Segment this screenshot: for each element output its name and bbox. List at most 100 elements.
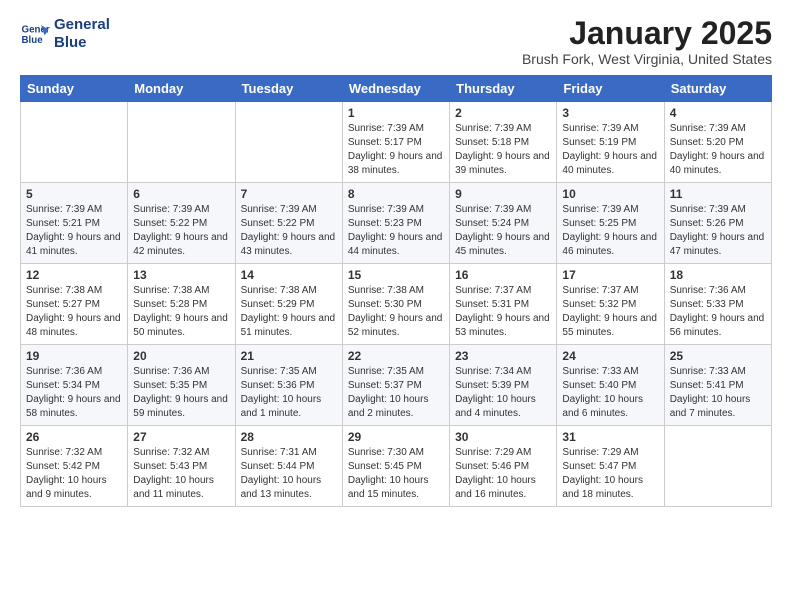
day-info: Sunrise: 7:39 AM Sunset: 5:22 PM Dayligh… — [133, 203, 229, 259]
table-cell: 8 Sunrise: 7:39 AM Sunset: 5:23 PM Daylig… — [342, 183, 449, 264]
day-info: Sunrise: 7:32 AM Sunset: 5:43 PM Dayligh… — [133, 446, 229, 502]
table-cell: 22 Sunrise: 7:35 AM Sunset: 5:37 PM Dayli… — [342, 345, 449, 426]
header: General Blue General Blue January 2025 B… — [20, 16, 772, 67]
table-cell: 2 Sunrise: 7:39 AM Sunset: 5:18 PM Daylig… — [450, 102, 557, 183]
day-number: 9 — [455, 187, 551, 201]
day-number: 26 — [26, 430, 122, 444]
day-info: Sunrise: 7:34 AM Sunset: 5:39 PM Dayligh… — [455, 365, 551, 421]
day-info: Sunrise: 7:29 AM Sunset: 5:46 PM Dayligh… — [455, 446, 551, 502]
day-number: 31 — [562, 430, 658, 444]
table-cell: 10 Sunrise: 7:39 AM Sunset: 5:25 PM Dayli… — [557, 183, 664, 264]
page: General Blue General Blue January 2025 B… — [0, 0, 792, 517]
day-number: 18 — [670, 268, 766, 282]
logo-text-1: General — [54, 16, 110, 34]
weekday-header-row: Sunday Monday Tuesday Wednesday Thursday… — [21, 76, 772, 102]
day-number: 17 — [562, 268, 658, 282]
day-number: 30 — [455, 430, 551, 444]
header-saturday: Saturday — [664, 76, 771, 102]
table-cell: 12 Sunrise: 7:38 AM Sunset: 5:27 PM Dayli… — [21, 264, 128, 345]
table-cell: 1Sunrise: 7:39 AM Sunset: 5:17 PM Daylig… — [342, 102, 449, 183]
table-cell: 7 Sunrise: 7:39 AM Sunset: 5:22 PM Daylig… — [235, 183, 342, 264]
day-info: Sunrise: 7:39 AM Sunset: 5:25 PM Dayligh… — [562, 203, 658, 259]
day-info: Sunrise: 7:39 AM Sunset: 5:17 PM Dayligh… — [348, 122, 444, 178]
day-info: Sunrise: 7:38 AM Sunset: 5:29 PM Dayligh… — [241, 284, 337, 340]
header-friday: Friday — [557, 76, 664, 102]
table-cell: 17Sunrise: 7:37 AM Sunset: 5:32 PM Dayli… — [557, 264, 664, 345]
day-number: 2 — [455, 106, 551, 120]
header-sunday: Sunday — [21, 76, 128, 102]
table-cell: 29 Sunrise: 7:30 AM Sunset: 5:45 PM Dayli… — [342, 426, 449, 507]
day-number: 22 — [348, 349, 444, 363]
table-cell: 21 Sunrise: 7:35 AM Sunset: 5:36 PM Dayli… — [235, 345, 342, 426]
table-cell: 26 Sunrise: 7:32 AM Sunset: 5:42 PM Dayli… — [21, 426, 128, 507]
logo-text-2: Blue — [54, 34, 110, 52]
table-cell: 13Sunrise: 7:38 AM Sunset: 5:28 PM Dayli… — [128, 264, 235, 345]
day-number: 12 — [26, 268, 122, 282]
table-cell: 9 Sunrise: 7:39 AM Sunset: 5:24 PM Daylig… — [450, 183, 557, 264]
day-info: Sunrise: 7:35 AM Sunset: 5:36 PM Dayligh… — [241, 365, 337, 421]
day-info: Sunrise: 7:39 AM Sunset: 5:19 PM Dayligh… — [562, 122, 658, 178]
day-number: 20 — [133, 349, 229, 363]
table-cell: 25 Sunrise: 7:33 AM Sunset: 5:41 PM Dayli… — [664, 345, 771, 426]
day-number: 8 — [348, 187, 444, 201]
day-number: 5 — [26, 187, 122, 201]
svg-text:Blue: Blue — [22, 35, 44, 46]
table-cell: 5 Sunrise: 7:39 AM Sunset: 5:21 PM Daylig… — [21, 183, 128, 264]
day-number: 7 — [241, 187, 337, 201]
header-wednesday: Wednesday — [342, 76, 449, 102]
logo-icon: General Blue — [20, 19, 50, 49]
day-info: Sunrise: 7:39 AM Sunset: 5:22 PM Dayligh… — [241, 203, 337, 259]
day-info: Sunrise: 7:33 AM Sunset: 5:41 PM Dayligh… — [670, 365, 766, 421]
table-cell: 27Sunrise: 7:32 AM Sunset: 5:43 PM Dayli… — [128, 426, 235, 507]
day-number: 24 — [562, 349, 658, 363]
day-info: Sunrise: 7:36 AM Sunset: 5:34 PM Dayligh… — [26, 365, 122, 421]
header-thursday: Thursday — [450, 76, 557, 102]
table-cell — [664, 426, 771, 507]
day-info: Sunrise: 7:39 AM Sunset: 5:20 PM Dayligh… — [670, 122, 766, 178]
header-tuesday: Tuesday — [235, 76, 342, 102]
table-cell: 19Sunrise: 7:36 AM Sunset: 5:34 PM Dayli… — [21, 345, 128, 426]
week-row-2: 12 Sunrise: 7:38 AM Sunset: 5:27 PM Dayli… — [21, 264, 772, 345]
day-number: 14 — [241, 268, 337, 282]
table-cell: 6 Sunrise: 7:39 AM Sunset: 5:22 PM Daylig… — [128, 183, 235, 264]
day-number: 21 — [241, 349, 337, 363]
day-info: Sunrise: 7:30 AM Sunset: 5:45 PM Dayligh… — [348, 446, 444, 502]
day-number: 6 — [133, 187, 229, 201]
calendar: Sunday Monday Tuesday Wednesday Thursday… — [20, 75, 772, 507]
day-info: Sunrise: 7:29 AM Sunset: 5:47 PM Dayligh… — [562, 446, 658, 502]
day-info: Sunrise: 7:32 AM Sunset: 5:42 PM Dayligh… — [26, 446, 122, 502]
day-info: Sunrise: 7:39 AM Sunset: 5:18 PM Dayligh… — [455, 122, 551, 178]
logo: General Blue General Blue — [20, 16, 110, 52]
day-info: Sunrise: 7:39 AM Sunset: 5:24 PM Dayligh… — [455, 203, 551, 259]
day-info: Sunrise: 7:39 AM Sunset: 5:26 PM Dayligh… — [670, 203, 766, 259]
day-info: Sunrise: 7:39 AM Sunset: 5:21 PM Dayligh… — [26, 203, 122, 259]
day-info: Sunrise: 7:36 AM Sunset: 5:33 PM Dayligh… — [670, 284, 766, 340]
title-block: January 2025 Brush Fork, West Virginia, … — [522, 16, 772, 67]
day-number: 25 — [670, 349, 766, 363]
day-number: 15 — [348, 268, 444, 282]
day-number: 11 — [670, 187, 766, 201]
week-row-0: 1Sunrise: 7:39 AM Sunset: 5:17 PM Daylig… — [21, 102, 772, 183]
table-cell: 4Sunrise: 7:39 AM Sunset: 5:20 PM Daylig… — [664, 102, 771, 183]
day-info: Sunrise: 7:38 AM Sunset: 5:28 PM Dayligh… — [133, 284, 229, 340]
table-cell — [235, 102, 342, 183]
table-cell: 3Sunrise: 7:39 AM Sunset: 5:19 PM Daylig… — [557, 102, 664, 183]
table-cell: 16Sunrise: 7:37 AM Sunset: 5:31 PM Dayli… — [450, 264, 557, 345]
day-info: Sunrise: 7:38 AM Sunset: 5:27 PM Dayligh… — [26, 284, 122, 340]
day-number: 23 — [455, 349, 551, 363]
day-info: Sunrise: 7:38 AM Sunset: 5:30 PM Dayligh… — [348, 284, 444, 340]
table-cell: 14 Sunrise: 7:38 AM Sunset: 5:29 PM Dayli… — [235, 264, 342, 345]
day-number: 10 — [562, 187, 658, 201]
day-number: 29 — [348, 430, 444, 444]
month-title: January 2025 — [522, 16, 772, 51]
day-info: Sunrise: 7:35 AM Sunset: 5:37 PM Dayligh… — [348, 365, 444, 421]
day-info: Sunrise: 7:37 AM Sunset: 5:31 PM Dayligh… — [455, 284, 551, 340]
day-info: Sunrise: 7:31 AM Sunset: 5:44 PM Dayligh… — [241, 446, 337, 502]
day-info: Sunrise: 7:36 AM Sunset: 5:35 PM Dayligh… — [133, 365, 229, 421]
day-info: Sunrise: 7:33 AM Sunset: 5:40 PM Dayligh… — [562, 365, 658, 421]
table-cell: 11 Sunrise: 7:39 AM Sunset: 5:26 PM Dayli… — [664, 183, 771, 264]
table-cell: 18 Sunrise: 7:36 AM Sunset: 5:33 PM Dayli… — [664, 264, 771, 345]
table-cell: 20 Sunrise: 7:36 AM Sunset: 5:35 PM Dayli… — [128, 345, 235, 426]
day-info: Sunrise: 7:39 AM Sunset: 5:23 PM Dayligh… — [348, 203, 444, 259]
table-cell — [21, 102, 128, 183]
